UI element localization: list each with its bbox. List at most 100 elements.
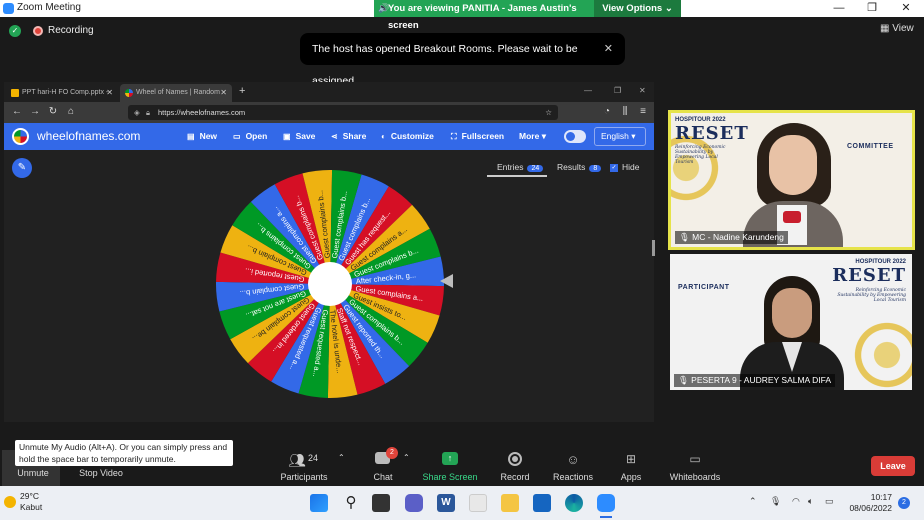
view-label: View: [892, 23, 914, 34]
active-tab-underline: [487, 175, 547, 177]
zoom-title-bar: Zoom Meeting 🔊 You are viewing PANITIA -…: [0, 0, 924, 31]
new-button[interactable]: ▤ New: [187, 131, 217, 141]
back-icon[interactable]: ←: [10, 105, 24, 119]
view-options-label: View Options: [602, 3, 663, 14]
share-screen-button[interactable]: ↑ Share Screen: [420, 452, 480, 482]
whiteboards-button[interactable]: ▭ Whiteboards: [667, 452, 723, 482]
view-button[interactable]: ▦ View: [880, 23, 914, 34]
pocket-icon[interactable]: ◔: [600, 105, 614, 119]
participants-caret-icon[interactable]: ⌃: [338, 453, 345, 462]
breakout-notification: The host has opened Breakout Rooms. Plea…: [300, 33, 625, 87]
slides-icon: [11, 89, 19, 97]
task-view-icon[interactable]: [372, 494, 390, 512]
open-button[interactable]: ▭ Open: [233, 131, 267, 141]
clock[interactable]: 10:17 08/06/2022: [846, 492, 892, 514]
customize-button[interactable]: ◐ Customize: [381, 131, 434, 141]
shared-screen-scrollbar[interactable]: [652, 240, 655, 256]
zoom-app-icon: [3, 3, 14, 14]
save-button[interactable]: ▣ Save: [283, 131, 315, 141]
shield-icon[interactable]: ✓: [9, 25, 21, 37]
record-label: Record: [500, 472, 530, 482]
fullscreen-label: Fullscreen: [461, 131, 505, 141]
zoom-taskbar-icon[interactable]: [597, 494, 615, 512]
chat-button[interactable]: 2 Chat: [366, 447, 400, 482]
search-icon[interactable]: ⚲: [342, 494, 360, 512]
gift-app-icon[interactable]: [469, 494, 487, 512]
word-icon[interactable]: W: [437, 494, 455, 512]
wheelofnames-toolbar: wheelofnames.com ▤ New ▭ Open ▣ Save ⋖ Share…: [4, 123, 654, 150]
library-icon[interactable]: ⫼: [618, 105, 632, 119]
chat-caret-icon[interactable]: ⌃: [403, 453, 410, 462]
stop-video-button[interactable]: Stop Video: [75, 468, 127, 478]
wheel-of-names[interactable]: Guest complains b...Guest has request...…: [215, 169, 445, 399]
file-icon: ▤: [187, 132, 195, 141]
tab-results[interactable]: Results 8: [557, 162, 602, 172]
browser-close-icon[interactable]: ✕: [639, 86, 646, 95]
weather-widget[interactable]: 29°C Kabut: [20, 491, 42, 513]
participants-icon: 👥︎ 24: [288, 452, 319, 468]
menu-icon[interactable]: ≡: [636, 105, 650, 119]
video-tile-mc[interactable]: HOSPITOUR 2022 RESET Reinforcing Economi…: [668, 110, 915, 250]
browser-tab-strip: PPT hari-H FO Comp.pptx - Go ✕ Wheel of …: [4, 82, 654, 114]
wheel-center-hub[interactable]: [308, 262, 352, 306]
browser-restore-icon[interactable]: ❐: [614, 86, 621, 95]
participants-button[interactable]: 👥︎ 24 Participants: [278, 452, 330, 482]
tab-wheel-of-names[interactable]: Wheel of Names | Random nam ✕: [120, 84, 232, 114]
tab-close-icon[interactable]: ✕: [106, 84, 113, 102]
new-tab-icon[interactable]: +: [239, 85, 245, 97]
url-field[interactable]: ◈ 🔒︎ https://wheelofnames.com ☆: [128, 105, 558, 120]
share-label: Share: [342, 131, 367, 141]
chat-icon: 2: [373, 447, 398, 468]
start-icon[interactable]: [310, 494, 328, 512]
close-window-button[interactable]: ✕: [891, 0, 921, 17]
unmute-label: Unmute: [17, 468, 49, 478]
teams-chat-icon[interactable]: [405, 494, 423, 512]
palette-icon: ◐: [381, 132, 386, 141]
unmute-button[interactable]: Unmute: [12, 468, 54, 478]
participant-person: [736, 276, 848, 390]
forward-icon[interactable]: →: [28, 105, 42, 119]
leave-button[interactable]: Leave: [871, 456, 915, 476]
dark-mode-toggle[interactable]: [564, 130, 586, 143]
apps-icon: ⊞: [625, 452, 637, 466]
open-label: Open: [245, 131, 268, 141]
bookmark-star-icon[interactable]: ☆: [545, 105, 552, 120]
record-button[interactable]: Record: [496, 452, 534, 482]
reload-icon[interactable]: ↻: [46, 105, 60, 119]
notification-badge[interactable]: 2: [898, 497, 910, 509]
video-tile-participant[interactable]: HOSPITOUR 2022 RESET Reinforcing Economi…: [670, 254, 912, 390]
share-button[interactable]: ⋖ Share: [331, 131, 366, 141]
store-icon[interactable]: [533, 494, 551, 512]
smiley-icon: ☺: [566, 452, 580, 467]
home-icon[interactable]: ⌂: [64, 105, 78, 119]
chat-badge: 2: [386, 447, 398, 459]
maximize-button[interactable]: ❐: [857, 0, 887, 17]
apps-button[interactable]: ⊞ Apps: [617, 452, 645, 482]
battery-icon[interactable]: ▭: [825, 496, 834, 507]
hide-checkbox[interactable]: ✓ Hide: [610, 162, 639, 172]
fullscreen-button[interactable]: ⛶ Fullscreen: [451, 131, 504, 142]
breakout-message: The host has opened Breakout Rooms. Plea…: [312, 43, 578, 87]
more-button[interactable]: More ▾: [519, 131, 546, 142]
close-icon[interactable]: ✕: [604, 33, 613, 65]
tab-entries[interactable]: Entries 24: [497, 162, 544, 172]
volume-icon[interactable]: 🔈︎: [808, 496, 813, 507]
tray-expand-icon[interactable]: ⌃: [749, 496, 757, 507]
browser-minimize-icon[interactable]: —: [584, 86, 592, 95]
edge-icon[interactable]: [565, 494, 583, 512]
language-select[interactable]: English ▾: [594, 127, 646, 146]
wifi-icon[interactable]: ◠: [792, 496, 800, 507]
tab-slides[interactable]: PPT hari-H FO Comp.pptx - Go ✕: [6, 84, 118, 114]
microphone-icon[interactable]: 🎙︎: [770, 496, 781, 507]
apps-label: Apps: [620, 472, 642, 482]
minimize-button[interactable]: —: [824, 0, 854, 17]
batik-decoration: [842, 310, 912, 390]
reactions-button[interactable]: ☺ Reactions: [552, 452, 594, 482]
file-explorer-icon[interactable]: [501, 494, 519, 512]
participant-name: PESERTA 9 - AUDREY SALMA DIFA: [691, 375, 832, 385]
share-icon: ⋖: [331, 132, 338, 141]
view-options-button[interactable]: View Options ⌄: [594, 0, 681, 17]
brand-name[interactable]: wheelofnames.com: [37, 129, 140, 143]
edit-pencil-icon[interactable]: ✎: [12, 158, 32, 178]
tab-close-icon[interactable]: ✕: [220, 84, 227, 102]
